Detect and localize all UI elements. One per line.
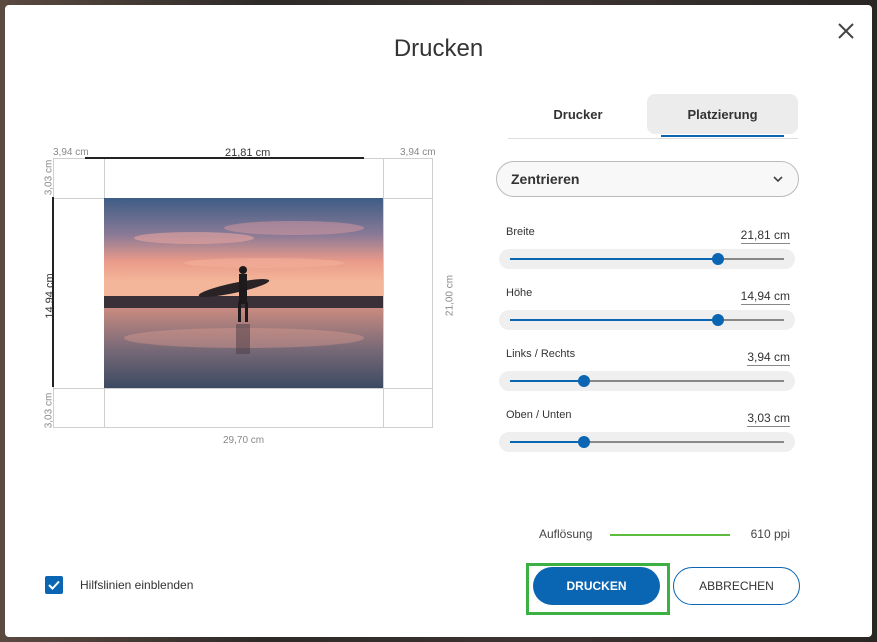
slider-label: Oben / Unten xyxy=(506,409,572,421)
photo-preview xyxy=(104,198,383,388)
slider-left-right: Links / Rechts 3,94 cm xyxy=(498,348,798,408)
paper-height-label: 21,00 cm xyxy=(444,274,456,317)
tab-placement[interactable]: Platzierung xyxy=(647,94,798,134)
active-tab-underline xyxy=(661,135,784,137)
dialog-title: Drucken xyxy=(393,35,484,62)
slider-fill xyxy=(510,319,719,321)
cancel-button[interactable]: ABBRECHEN xyxy=(673,567,800,605)
paper-sheet xyxy=(53,158,433,428)
slider-fill xyxy=(510,441,584,443)
slider-label: Links / Rechts xyxy=(506,348,576,360)
slider-value-input[interactable]: 21,81 cm xyxy=(740,228,790,244)
chevron-down-icon xyxy=(773,176,783,183)
paper-width-label: 29,70 cm xyxy=(223,435,265,446)
show-guides-toggle[interactable]: Hilfslinien einblenden xyxy=(45,576,193,594)
resolution-bar xyxy=(610,534,730,536)
slider-value-input[interactable]: 14,94 cm xyxy=(740,289,790,305)
margin-right-label: 3,94 cm xyxy=(400,147,436,158)
slider-top-bottom: Oben / Unten 3,03 cm xyxy=(498,409,798,469)
placement-select-value: Zentrieren xyxy=(511,171,580,187)
slider-fill xyxy=(510,258,719,260)
slider-width: Breite 21,81 cm xyxy=(498,226,798,286)
resolution-value: 610 ppi xyxy=(750,527,790,541)
slider-value-input[interactable]: 3,03 cm xyxy=(747,411,790,427)
guide-line xyxy=(383,159,384,427)
slider-fill xyxy=(510,380,584,382)
slider-label: Breite xyxy=(506,226,535,238)
resolution-indicator: Auflösung 610 ppi xyxy=(539,525,794,545)
tab-printer[interactable]: Drucker xyxy=(508,94,648,134)
resolution-label: Auflösung xyxy=(539,527,593,541)
margin-left-label: 3,94 cm xyxy=(53,147,89,158)
guide-line xyxy=(54,388,432,389)
print-preview: 3,94 cm 21,81 cm 3,94 cm 3,03 cm 14,94 c… xyxy=(35,140,456,460)
print-button[interactable]: DRUCKEN xyxy=(533,567,660,605)
guides-label: Hilfslinien einblenden xyxy=(80,578,194,592)
slider-thumb[interactable] xyxy=(577,375,590,387)
checkmark-icon xyxy=(48,580,60,590)
slider-label: Höhe xyxy=(506,287,533,299)
settings-tabs: Drucker Platzierung xyxy=(508,94,798,139)
slider-value-input[interactable]: 3,94 cm xyxy=(747,350,790,366)
surfer-sunset-image xyxy=(104,198,383,388)
height-indicator xyxy=(52,197,54,387)
width-indicator xyxy=(85,157,364,159)
slider-thumb[interactable] xyxy=(577,436,590,448)
placement-select[interactable]: Zentrieren xyxy=(496,161,799,197)
slider-height: Höhe 14,94 cm xyxy=(498,287,798,347)
guides-checkbox[interactable] xyxy=(45,576,63,594)
